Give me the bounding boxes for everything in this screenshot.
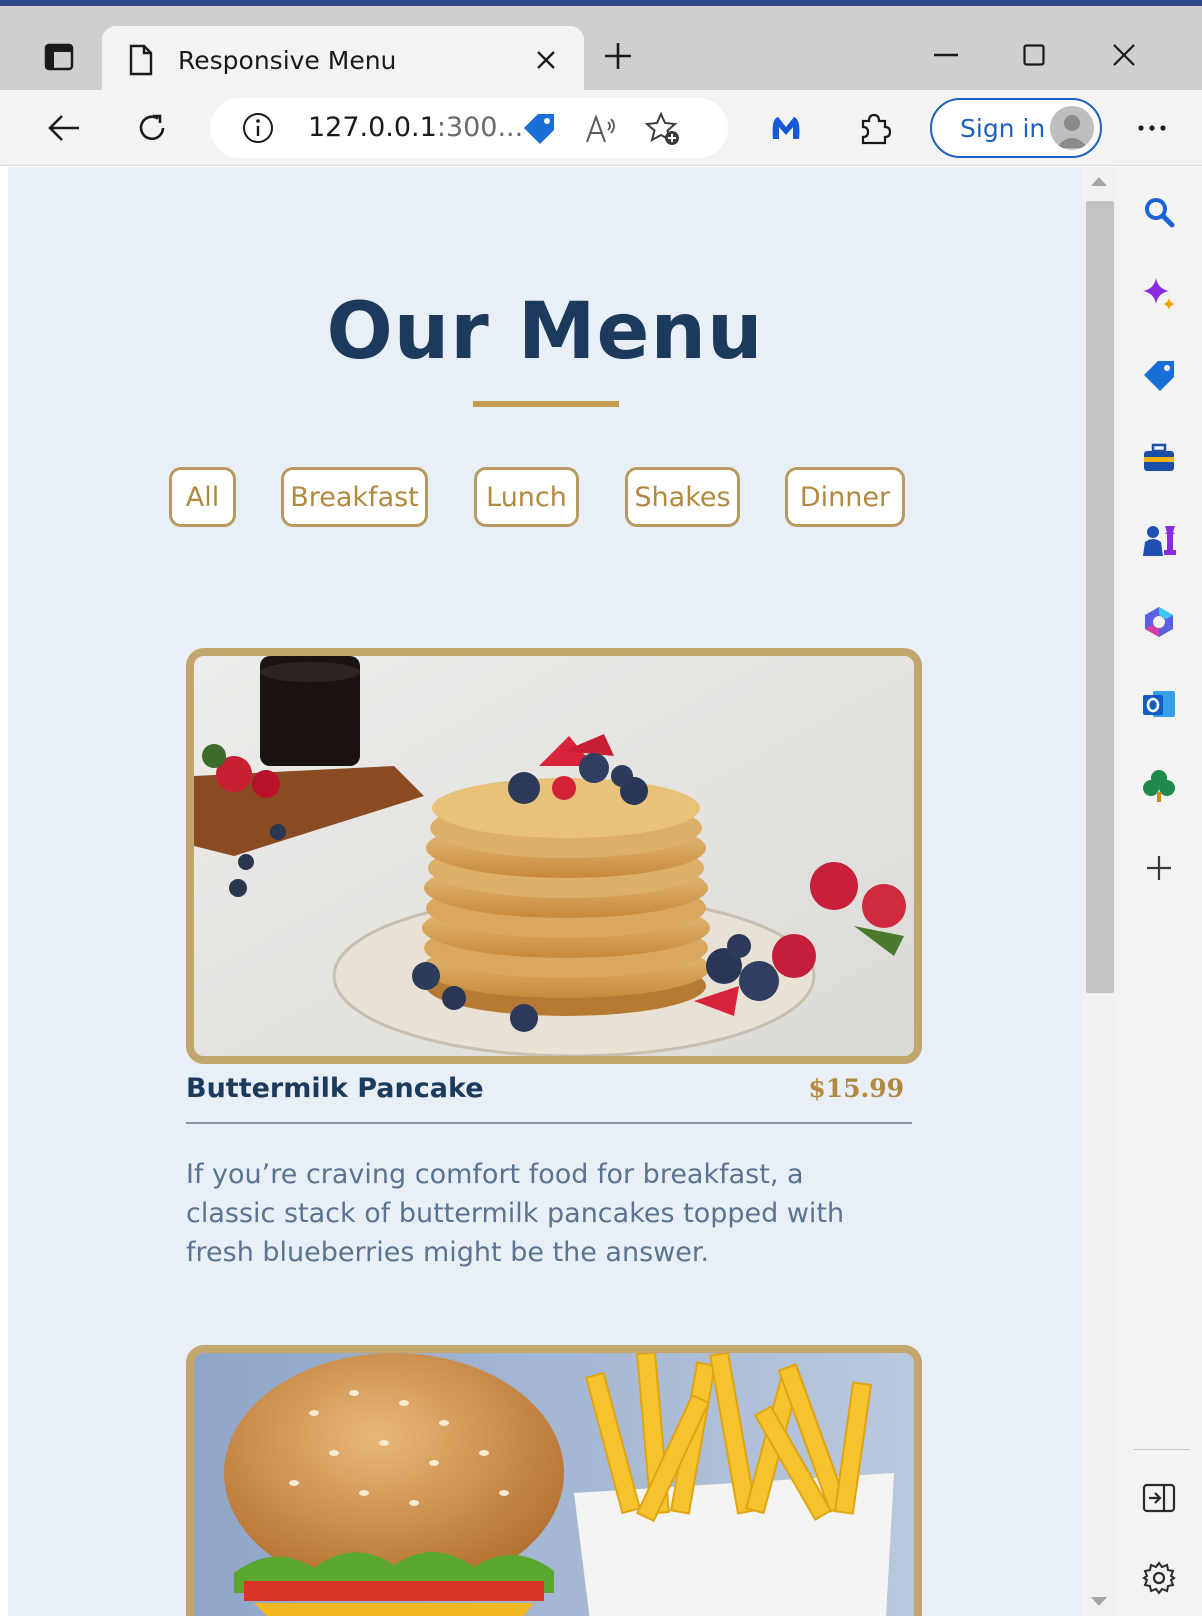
sidebar-outlook-button[interactable]: [1136, 681, 1182, 727]
tree-icon: [1143, 770, 1175, 802]
copilot-icon: [1143, 278, 1175, 310]
tab-actions-button[interactable]: [30, 28, 88, 86]
scroll-up-arrow[interactable]: [1091, 177, 1107, 186]
extensions-button[interactable]: [846, 100, 902, 156]
sign-in-label: Sign in: [960, 114, 1046, 143]
sidebar-tree-button[interactable]: [1136, 763, 1182, 809]
malwarebytes-extension-button[interactable]: [758, 100, 814, 156]
add-icon: [1147, 856, 1171, 880]
filter-lunch-button[interactable]: Lunch: [474, 467, 579, 527]
more-icon: [1138, 125, 1166, 131]
malwarebytes-icon: [772, 117, 800, 139]
puzzle-icon: [861, 113, 891, 145]
filter-shakes-button[interactable]: Shakes: [625, 467, 740, 527]
page-title: Our Menu: [326, 287, 764, 377]
sign-in-button[interactable]: Sign in: [930, 98, 1102, 158]
sidebar-search-button[interactable]: [1136, 189, 1182, 235]
panel-hide-icon: [1142, 1483, 1176, 1513]
sidebar-microsoft365-button[interactable]: [1136, 599, 1182, 645]
menu-item-description: If you’re craving comfort food for break…: [186, 1159, 845, 1268]
minimize-icon: [934, 53, 958, 57]
filter-all-button[interactable]: All: [169, 467, 236, 527]
close-icon: [1113, 44, 1135, 66]
scroll-thumb[interactable]: [1086, 201, 1114, 993]
page-viewport: Our Menu All Breakfast Lunch Shakes Dinn…: [8, 167, 1082, 1616]
outlook-icon: [1143, 691, 1175, 717]
maximize-button[interactable]: [1004, 30, 1064, 80]
new-tab-button[interactable]: [598, 36, 638, 76]
microsoft365-icon: [1145, 607, 1173, 637]
shopping-button[interactable]: [520, 110, 558, 148]
edge-sidebar: [1116, 167, 1202, 1616]
browser-titlebar: Responsive Menu: [0, 0, 1202, 96]
close-window-button[interactable]: [1094, 30, 1154, 80]
menu-item-name: Buttermilk Pancake: [186, 1073, 484, 1104]
tab-close-button[interactable]: [526, 40, 566, 80]
page-scrollbar[interactable]: [1082, 167, 1116, 1616]
address-bar[interactable]: 127.0.0.1:300...: [210, 98, 728, 158]
back-button[interactable]: [36, 100, 92, 156]
add-favorite-button[interactable]: [644, 110, 682, 148]
sidebar-settings-button[interactable]: [1136, 1555, 1182, 1601]
page-icon: [129, 44, 153, 76]
menu-item-price: $15.99: [808, 1074, 904, 1103]
sidebar-shopping-button[interactable]: [1136, 353, 1182, 399]
shopping-tag-icon: [524, 114, 554, 144]
read-aloud-icon: [586, 114, 615, 143]
tab-responsive-menu[interactable]: Responsive Menu: [102, 26, 584, 96]
sidebar-copilot-button[interactable]: [1136, 271, 1182, 317]
pancake-image: [186, 648, 922, 1064]
scroll-down-arrow[interactable]: [1091, 1597, 1107, 1606]
tab-title: Responsive Menu: [178, 46, 397, 75]
close-icon: [537, 51, 555, 69]
sidebar-tools-button[interactable]: [1136, 435, 1182, 481]
sidebar-add-button[interactable]: [1136, 845, 1182, 891]
minimize-button[interactable]: [916, 30, 976, 80]
burger-image: [186, 1345, 922, 1616]
search-icon: [1145, 198, 1175, 228]
sidebar-games-button[interactable]: [1136, 517, 1182, 563]
maximize-icon: [1023, 44, 1045, 66]
title-underline: [473, 401, 619, 407]
filter-breakfast-button[interactable]: Breakfast: [281, 467, 428, 527]
filter-dinner-button[interactable]: Dinner: [785, 467, 905, 527]
settings-icon: [1142, 1561, 1176, 1595]
refresh-icon: [139, 114, 165, 141]
menu-item-divider: [186, 1122, 912, 1124]
url-text: 127.0.0.1:300...: [308, 112, 523, 143]
sidebar-divider: [1134, 1449, 1190, 1450]
read-aloud-button[interactable]: [582, 110, 620, 148]
sidebar-hide-button[interactable]: [1136, 1475, 1182, 1521]
browser-toolbar: 127.0.0.1:300... Sign in: [0, 90, 1202, 166]
games-icon: [1143, 526, 1176, 556]
refresh-button[interactable]: [124, 100, 180, 156]
shopping-tag-icon: [1144, 361, 1174, 391]
url-port: :300...: [436, 112, 524, 143]
plus-icon: [605, 43, 631, 69]
url-host: 127.0.0.1: [308, 112, 437, 143]
star-add-icon: [645, 111, 679, 145]
avatar-icon: [1050, 106, 1094, 150]
tools-icon: [1144, 443, 1174, 471]
tab-actions-icon: [44, 43, 74, 71]
settings-more-button[interactable]: [1124, 100, 1180, 156]
info-icon: [243, 113, 273, 143]
arrow-left-icon: [48, 115, 79, 141]
